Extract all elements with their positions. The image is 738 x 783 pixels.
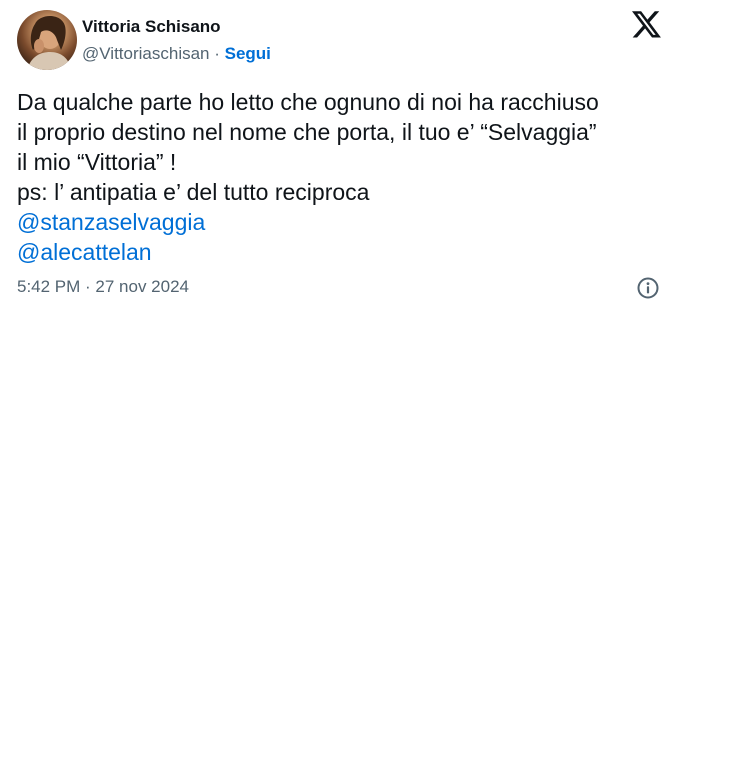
author-handle[interactable]: @Vittoriaschisan (82, 44, 210, 63)
info-icon[interactable] (636, 276, 660, 300)
tweet-text-line: Da qualche parte ho letto che ognuno di … (17, 89, 599, 115)
handle-separator: · (209, 44, 225, 63)
mention-link-stanzaselvaggia[interactable]: @stanzaselvaggia (17, 207, 667, 237)
avatar-photo (27, 16, 71, 70)
follow-button[interactable]: Segui (225, 44, 271, 63)
tweet-text: Da qualche parte ho letto che ognuno di … (17, 87, 667, 267)
tweet-text-line: ps: l’ antipatia e’ del tutto reciproca (17, 179, 370, 205)
mention-link-alecattelan[interactable]: @alecattelan (17, 237, 667, 267)
tweet-text-line: il mio “Vittoria” ! (17, 149, 177, 175)
author-handle-row: @Vittoriaschisan · Segui (82, 44, 271, 64)
tweet-text-line: il proprio destino nel nome che porta, i… (17, 119, 597, 145)
avatar[interactable] (17, 10, 77, 70)
tweet-timestamp[interactable]: 5:42 PM · 27 nov 2024 (17, 277, 189, 297)
author-name[interactable]: Vittoria Schisano (82, 17, 221, 37)
tweet-card: Vittoria Schisano @Vittoriaschisan · Seg… (0, 0, 676, 310)
x-logo-icon[interactable] (632, 11, 662, 39)
